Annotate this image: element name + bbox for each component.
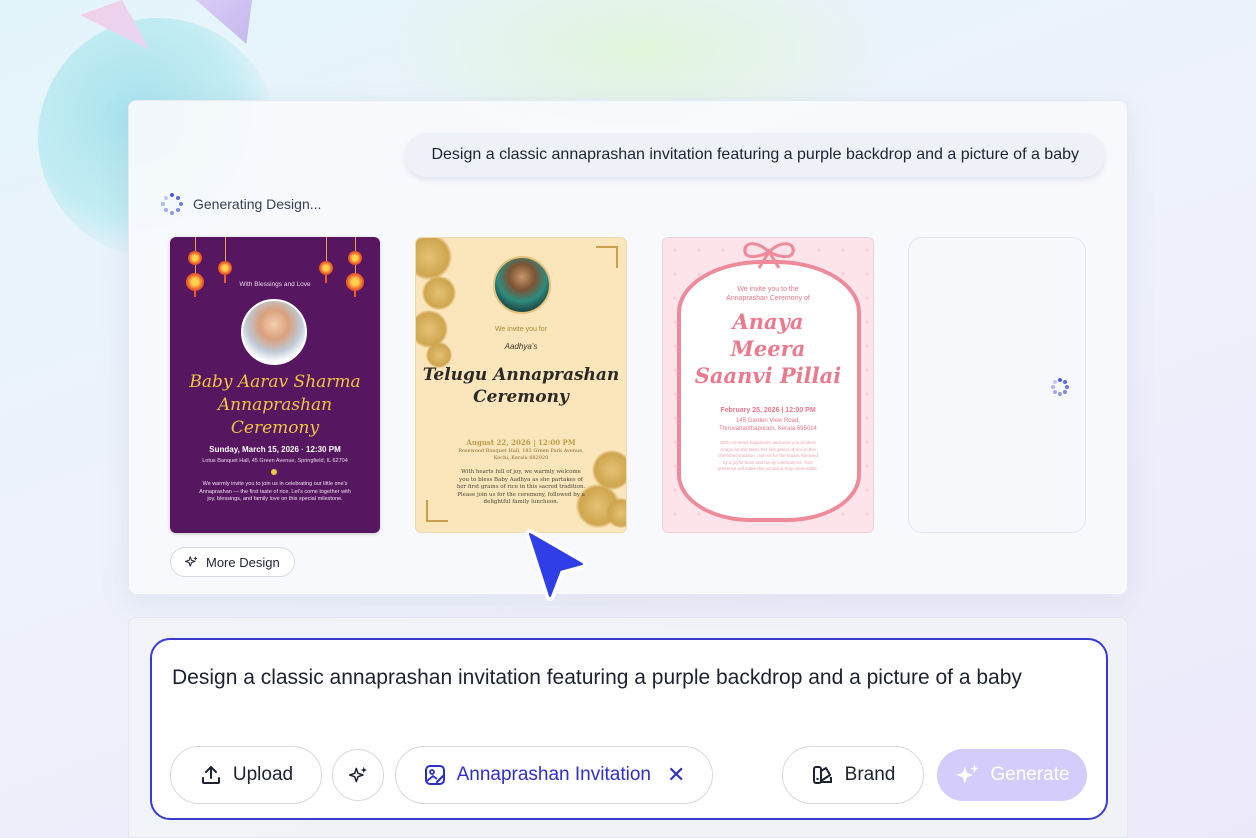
card-headline: Telugu Annaprashan Ceremony xyxy=(416,364,626,408)
lantern-decoration xyxy=(218,237,232,283)
magic-prompt-button[interactable] xyxy=(332,749,384,801)
card-invite: We invite you for xyxy=(494,326,547,333)
decorative-dot xyxy=(271,469,277,475)
design-card-loading xyxy=(908,237,1086,533)
prompt-input[interactable]: Design a classic annaprashan invitation … xyxy=(172,662,1072,694)
brand-label: Brand xyxy=(844,764,896,785)
background-shape xyxy=(196,0,252,44)
more-design-button[interactable]: More Design xyxy=(170,547,295,577)
flower-decoration xyxy=(422,276,456,310)
card-date: August 22, 2026 | 12:00 PM xyxy=(466,438,576,447)
prompt-panel: Design a classic annaprashan invitation … xyxy=(128,617,1128,838)
image-edit-icon xyxy=(424,765,445,785)
sparkle-icon xyxy=(956,764,980,784)
card-invite: We invite you to the xyxy=(737,286,799,293)
background-shape xyxy=(80,0,150,50)
upload-button[interactable]: Upload xyxy=(170,746,322,804)
upload-label: Upload xyxy=(232,764,294,785)
card-venue: Kochi, Kerala 682020 xyxy=(493,455,549,461)
brand-button[interactable]: Brand xyxy=(782,746,924,804)
frame-corner xyxy=(596,246,618,268)
spinner-icon xyxy=(1051,378,1069,396)
design-card-cream[interactable]: We invite you for Aadhya's Telugu Annapr… xyxy=(415,237,627,533)
prompt-bubble: Design a classic annaprashan invitation … xyxy=(405,133,1105,177)
card-tagline: With Blessings and Love xyxy=(239,281,311,288)
status-text: Generating Design... xyxy=(193,196,322,212)
design-card-purple[interactable]: With Blessings and Love Baby Aarav Sharm… xyxy=(170,237,380,533)
sparkle-icon xyxy=(185,556,198,567)
swatch-icon xyxy=(812,766,832,784)
headline-line: Meera xyxy=(730,336,806,361)
card-date: February 25, 2026 | 12:00 PM xyxy=(720,407,816,414)
frame-corner xyxy=(426,500,448,522)
card-message: We warmly invite you to join us in celeb… xyxy=(199,481,351,502)
more-design-label: More Design xyxy=(206,554,280,570)
headline-line: Saanvi Pillai xyxy=(694,363,842,388)
card-message: With hearts full of joy, we warmly welco… xyxy=(456,469,586,505)
card-address: 145 Garden View Road, xyxy=(736,418,800,424)
baby-photo xyxy=(241,299,307,365)
lantern-decoration xyxy=(319,237,333,283)
generate-label: Generate xyxy=(990,764,1070,785)
card-headline: Baby Aarav Sharma Annaprashan Ceremony xyxy=(170,371,380,440)
generating-status: Generating Design... xyxy=(161,193,321,215)
lantern-decoration xyxy=(345,237,365,297)
generate-button[interactable]: Generate xyxy=(937,749,1087,801)
close-icon[interactable]: ✕ xyxy=(667,762,685,788)
card-message: With immense happiness, welcome you to b… xyxy=(717,440,819,471)
upload-icon xyxy=(201,766,220,784)
results-panel: Design a classic annaprashan invitation … xyxy=(128,100,1128,595)
pointer-cursor-icon xyxy=(525,529,587,601)
headline-line: Ceremony xyxy=(473,387,569,407)
lantern-decoration xyxy=(185,237,205,297)
headline-line: Telugu Annaprashan xyxy=(422,365,620,385)
card-venue: Lotus Banquet Hall, 45 Green Avenue, Spr… xyxy=(202,458,348,464)
card-date: Sunday, March 15, 2026 · 12:30 PM xyxy=(209,445,341,454)
card-child-name: Aadhya's xyxy=(504,342,538,351)
headline-line: Baby Aarav Sharma xyxy=(189,372,361,392)
child-portrait xyxy=(493,256,551,314)
spinner-icon xyxy=(161,193,183,215)
sparkle-icon xyxy=(348,766,368,783)
card-headline: Anaya Meera Saanvi Pillai xyxy=(663,308,873,389)
card-address: Thiruvananthapuram, Kerala 695014 xyxy=(719,426,817,432)
template-chip-label: Annaprashan Invitation xyxy=(456,764,651,785)
prompt-input-box[interactable]: Design a classic annaprashan invitation … xyxy=(150,638,1108,820)
headline-line: Ceremony xyxy=(230,418,320,438)
design-card-pink[interactable]: We invite you to the Annaprashan Ceremon… xyxy=(662,237,874,533)
template-chip[interactable]: Annaprashan Invitation ✕ xyxy=(395,746,713,804)
headline-line: Annaprashan xyxy=(217,395,333,415)
card-invite: Annaprashan Ceremony of xyxy=(726,295,810,302)
bow-icon xyxy=(743,242,795,269)
flower-decoration xyxy=(416,238,452,280)
headline-line: Anaya xyxy=(732,309,804,334)
card-venue: Rosewood Banquet Hall, 183 Green Park Av… xyxy=(458,448,584,454)
